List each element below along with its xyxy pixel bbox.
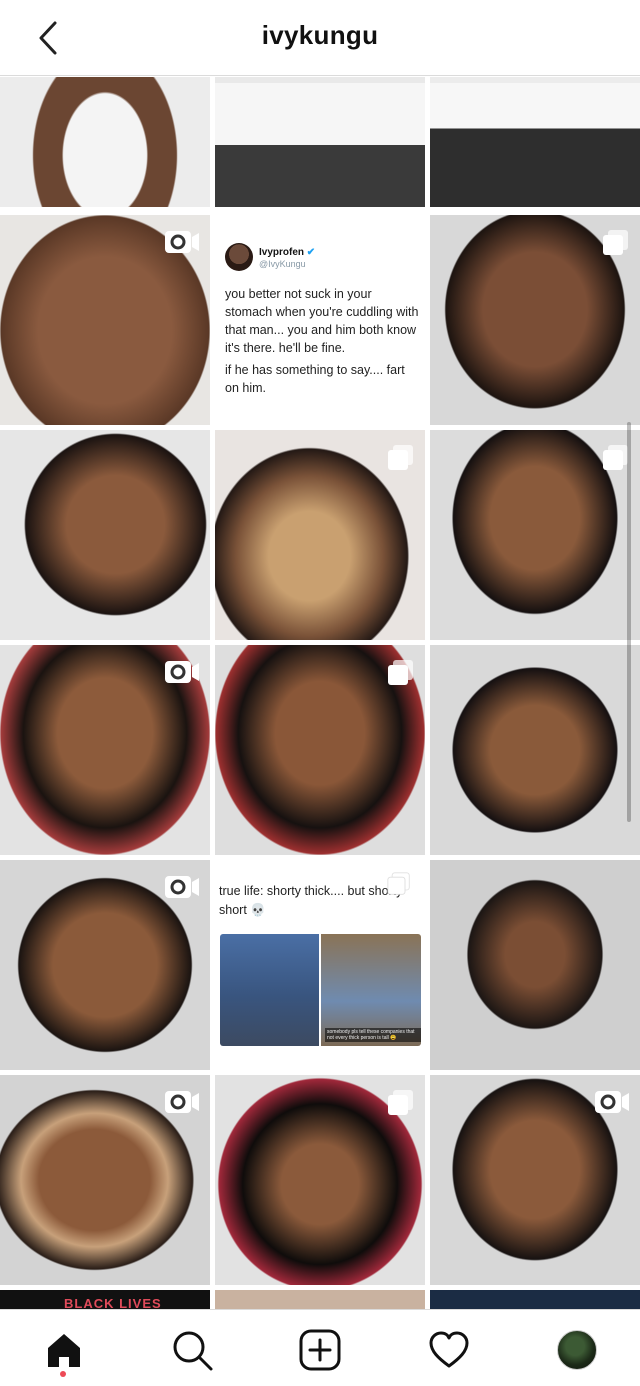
post-tile[interactable]	[430, 1075, 640, 1285]
search-icon	[173, 1331, 213, 1371]
post-tile[interactable]	[0, 860, 210, 1070]
igtv-icon	[164, 229, 200, 260]
home-icon	[48, 1334, 80, 1367]
post-tile[interactable]	[0, 645, 210, 855]
post-tile[interactable]	[430, 645, 640, 855]
post-tile[interactable]	[215, 430, 425, 640]
tweet-handle: @IvyKungu	[259, 259, 306, 269]
igtv-icon	[164, 874, 200, 905]
nav-search[interactable]	[170, 1328, 214, 1372]
post-tile[interactable]	[430, 77, 640, 207]
post-tile[interactable]	[215, 645, 425, 855]
post-tile[interactable]: BLACK LIVES	[0, 1290, 210, 1309]
post-tile[interactable]	[430, 1290, 640, 1309]
post-tile[interactable]	[0, 1075, 210, 1285]
post-tile[interactable]	[430, 860, 640, 1070]
igtv-icon	[164, 1089, 200, 1120]
avatar	[225, 243, 253, 271]
nav-new-post[interactable]	[298, 1328, 342, 1372]
tweet-post-tile[interactable]: Ivyprofen ✔ @IvyKungu you better not suc…	[215, 215, 425, 425]
post-tile[interactable]	[430, 215, 640, 425]
post-tile[interactable]	[0, 215, 210, 425]
top-header: ivykungu	[0, 0, 640, 76]
igtv-icon	[164, 659, 200, 690]
nav-home[interactable]	[42, 1328, 86, 1372]
tweet-image-caption: somebody pls tell these companies that n…	[325, 1028, 421, 1042]
scrollbar[interactable]	[627, 422, 631, 822]
carousel-icon	[387, 1089, 415, 1122]
posts-grid: Ivyprofen ✔ @IvyKungu you better not suc…	[0, 77, 640, 1309]
carousel-icon	[387, 444, 415, 477]
heart-icon	[429, 1331, 469, 1368]
notification-dot	[60, 1371, 66, 1377]
post-tile[interactable]	[215, 1075, 425, 1285]
post-tile[interactable]	[215, 1290, 425, 1309]
post-overlay-text: BLACK LIVES	[64, 1296, 162, 1309]
carousel-icon	[387, 659, 415, 692]
nav-profile[interactable]	[555, 1328, 599, 1372]
post-tile[interactable]	[215, 77, 425, 207]
avatar	[557, 1330, 597, 1370]
post-tile[interactable]	[430, 430, 640, 640]
page-title: ivykungu	[261, 20, 379, 50]
carousel-icon	[602, 229, 630, 262]
igtv-icon	[594, 1089, 630, 1120]
bottom-nav	[0, 1309, 640, 1386]
plus-square-icon	[299, 1329, 341, 1371]
carousel-icon	[387, 872, 411, 901]
tweet-text: you better not suck in your stomach when…	[225, 287, 419, 355]
tweet-post-tile[interactable]: true life: shorty thick.... but shorty s…	[215, 860, 425, 1070]
tweet-author-name: Ivyprofen ✔	[259, 247, 316, 258]
tweet-image	[220, 934, 319, 1046]
nav-activity[interactable]	[427, 1328, 471, 1372]
post-tile[interactable]	[0, 430, 210, 640]
tweet-text-2: if he has something to say.... fart on h…	[225, 363, 405, 395]
carousel-icon	[602, 444, 630, 477]
post-tile[interactable]	[0, 77, 210, 207]
